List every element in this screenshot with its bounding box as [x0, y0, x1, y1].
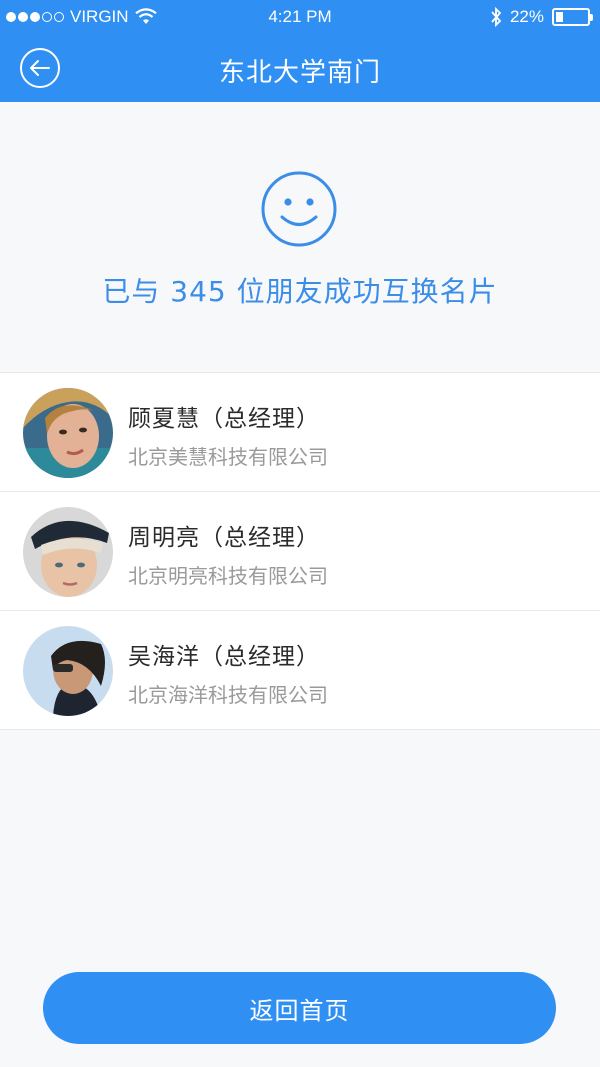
contact-row[interactable]: 吴海洋（总经理） 北京海洋科技有限公司: [0, 611, 600, 730]
contact-row[interactable]: 顾夏慧（总经理） 北京美慧科技有限公司: [0, 373, 600, 492]
contact-name: 顾夏慧（总经理）: [128, 406, 320, 432]
battery-level: [556, 12, 563, 22]
battery-icon: [552, 8, 593, 26]
contact-list: 顾夏慧（总经理） 北京美慧科技有限公司 周明亮（总经理） 北京明亮科技有限公司: [0, 372, 600, 730]
page-title: 东北大学南门: [218, 58, 381, 88]
contact-name: 吴海洋（总经理）: [128, 644, 320, 670]
contact-name: 周明亮（总经理）: [128, 525, 320, 551]
status-bar: VIRGIN 4:21 PM 22%: [0, 0, 600, 34]
battery-percent: 22%: [509, 7, 544, 26]
smile-icon: [261, 171, 337, 247]
avatar: [23, 388, 113, 478]
avatar-woman-image: [23, 388, 113, 478]
success-message: 已与 345 位朋友成功互换名片: [102, 275, 498, 308]
avatar-man-image: [23, 626, 113, 716]
contact-company: 北京明亮科技有限公司: [128, 564, 328, 588]
nav-bar: 东北大学南门: [0, 34, 600, 102]
bluetooth-icon: [491, 7, 502, 27]
contact-company: 北京海洋科技有限公司: [128, 683, 328, 707]
app-header: VIRGIN 4:21 PM 22% 东北大学南门: [0, 0, 600, 102]
avatar: [23, 626, 113, 716]
avatar-boy-image: [23, 507, 113, 597]
avatar: [23, 507, 113, 597]
status-right: 22%: [490, 7, 593, 27]
success-panel: 已与 345 位朋友成功互换名片: [0, 102, 600, 372]
contact-row[interactable]: 周明亮（总经理） 北京明亮科技有限公司: [0, 492, 600, 611]
contact-company: 北京美慧科技有限公司: [128, 445, 328, 469]
return-home-button[interactable]: 返回首页: [43, 972, 556, 1044]
